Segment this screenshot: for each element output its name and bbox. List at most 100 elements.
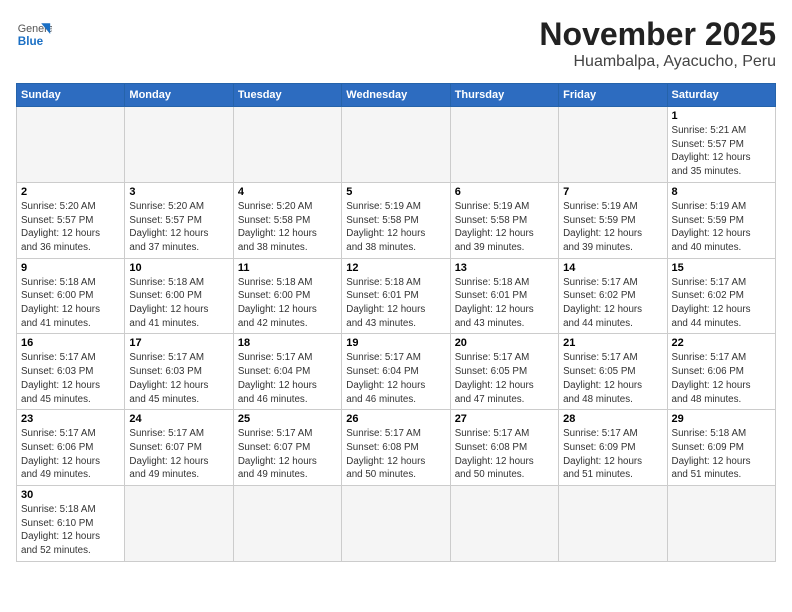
title-block: November 2025 Huambalpa, Ayacucho, Peru (539, 16, 776, 71)
weekday-header-tuesday: Tuesday (233, 84, 341, 107)
calendar-cell: 20 Sunrise: 5:17 AM Sunset: 6:05 PM Dayli… (450, 334, 558, 410)
day-number: 16 (21, 337, 120, 349)
day-info: Sunrise: 5:17 AM Sunset: 6:08 PM Dayligh… (455, 427, 554, 482)
page-title: November 2025 (539, 16, 776, 53)
day-number: 27 (455, 413, 554, 425)
calendar-cell (233, 107, 341, 183)
calendar-cell: 18Sunrise: 5:17 AM Sunset: 6:04 PM Dayli… (233, 334, 341, 410)
calendar-cell: 13Sunrise: 5:18 AM Sunset: 6:01 PM Dayli… (450, 258, 558, 334)
day-number: 26 (346, 413, 445, 425)
weekday-header-monday: Monday (125, 84, 233, 107)
calendar-cell: 15 Sunrise: 5:17 AM Sunset: 6:02 PM Dayli… (667, 258, 775, 334)
calendar-week-row: 9 Sunrise: 5:18 AM Sunset: 6:00 PM Daylig… (17, 258, 776, 334)
day-info: Sunrise: 5:18 AM Sunset: 6:09 PM Dayligh… (672, 427, 771, 482)
calendar-cell: 24Sunrise: 5:17 AM Sunset: 6:07 PM Dayli… (125, 410, 233, 486)
calendar-cell: 23 Sunrise: 5:17 AM Sunset: 6:06 PM Dayli… (17, 410, 125, 486)
day-info: Sunrise: 5:17 AM Sunset: 6:03 PM Dayligh… (129, 351, 228, 406)
day-info: Sunrise: 5:17 AM Sunset: 6:05 PM Dayligh… (563, 351, 662, 406)
calendar-cell (342, 486, 450, 562)
calendar-cell: 17 Sunrise: 5:17 AM Sunset: 6:03 PM Dayli… (125, 334, 233, 410)
day-info: Sunrise: 5:18 AM Sunset: 6:00 PM Dayligh… (21, 276, 120, 331)
day-number: 7 (563, 186, 662, 198)
day-info: Sunrise: 5:17 AM Sunset: 6:04 PM Dayligh… (346, 351, 445, 406)
day-info: Sunrise: 5:18 AM Sunset: 6:10 PM Dayligh… (21, 503, 120, 558)
day-number: 5 (346, 186, 445, 198)
calendar-cell (125, 107, 233, 183)
calendar-cell (125, 486, 233, 562)
day-number: 4 (238, 186, 337, 198)
day-info: Sunrise: 5:18 AM Sunset: 6:01 PM Dayligh… (455, 276, 554, 331)
logo: General Blue (16, 16, 52, 52)
calendar-header-row: SundayMondayTuesdayWednesdayThursdayFrid… (17, 84, 776, 107)
calendar-cell: 7Sunrise: 5:19 AM Sunset: 5:59 PM Daylig… (559, 182, 667, 258)
day-number: 21 (563, 337, 662, 349)
calendar-cell: 5 Sunrise: 5:19 AM Sunset: 5:58 PM Daylig… (342, 182, 450, 258)
day-number: 28 (563, 413, 662, 425)
day-number: 23 (21, 413, 120, 425)
header: General Blue November 2025 Huambalpa, Ay… (16, 16, 776, 71)
calendar-cell (559, 107, 667, 183)
calendar-cell: 30Sunrise: 5:18 AM Sunset: 6:10 PM Dayli… (17, 486, 125, 562)
calendar-cell: 1Sunrise: 5:21 AM Sunset: 5:57 PM Daylig… (667, 107, 775, 183)
day-number: 11 (238, 262, 337, 274)
day-info: Sunrise: 5:20 AM Sunset: 5:58 PM Dayligh… (238, 200, 337, 255)
day-info: Sunrise: 5:17 AM Sunset: 6:06 PM Dayligh… (672, 351, 771, 406)
calendar-cell (233, 486, 341, 562)
calendar-cell (667, 486, 775, 562)
logo-icon: General Blue (16, 16, 52, 52)
page-subtitle: Huambalpa, Ayacucho, Peru (539, 53, 776, 71)
calendar-cell: 28 Sunrise: 5:17 AM Sunset: 6:09 PM Dayli… (559, 410, 667, 486)
calendar-cell: 19 Sunrise: 5:17 AM Sunset: 6:04 PM Dayli… (342, 334, 450, 410)
day-info: Sunrise: 5:17 AM Sunset: 6:06 PM Dayligh… (21, 427, 120, 482)
day-number: 17 (129, 337, 228, 349)
calendar-cell: 26 Sunrise: 5:17 AM Sunset: 6:08 PM Dayli… (342, 410, 450, 486)
calendar-cell: 27 Sunrise: 5:17 AM Sunset: 6:08 PM Dayli… (450, 410, 558, 486)
day-info: Sunrise: 5:19 AM Sunset: 5:59 PM Dayligh… (672, 200, 771, 255)
calendar-week-row: 23 Sunrise: 5:17 AM Sunset: 6:06 PM Dayli… (17, 410, 776, 486)
day-info: Sunrise: 5:17 AM Sunset: 6:05 PM Dayligh… (455, 351, 554, 406)
calendar-cell: 22Sunrise: 5:17 AM Sunset: 6:06 PM Dayli… (667, 334, 775, 410)
day-number: 9 (21, 262, 120, 274)
calendar-cell: 25Sunrise: 5:17 AM Sunset: 6:07 PM Dayli… (233, 410, 341, 486)
day-number: 24 (129, 413, 228, 425)
calendar-cell (17, 107, 125, 183)
day-info: Sunrise: 5:17 AM Sunset: 6:09 PM Dayligh… (563, 427, 662, 482)
calendar-cell: 10Sunrise: 5:18 AM Sunset: 6:00 PM Dayli… (125, 258, 233, 334)
calendar-cell (342, 107, 450, 183)
calendar-cell (450, 486, 558, 562)
weekday-header-thursday: Thursday (450, 84, 558, 107)
calendar-cell: 21 Sunrise: 5:17 AM Sunset: 6:05 PM Dayli… (559, 334, 667, 410)
day-number: 1 (672, 110, 771, 122)
day-number: 8 (672, 186, 771, 198)
weekday-header-wednesday: Wednesday (342, 84, 450, 107)
day-info: Sunrise: 5:17 AM Sunset: 6:02 PM Dayligh… (563, 276, 662, 331)
day-info: Sunrise: 5:17 AM Sunset: 6:07 PM Dayligh… (238, 427, 337, 482)
calendar-cell: 4 Sunrise: 5:20 AM Sunset: 5:58 PM Daylig… (233, 182, 341, 258)
day-number: 18 (238, 337, 337, 349)
day-number: 19 (346, 337, 445, 349)
day-info: Sunrise: 5:17 AM Sunset: 6:02 PM Dayligh… (672, 276, 771, 331)
day-number: 6 (455, 186, 554, 198)
day-number: 14 (563, 262, 662, 274)
day-number: 3 (129, 186, 228, 198)
day-info: Sunrise: 5:18 AM Sunset: 6:01 PM Dayligh… (346, 276, 445, 331)
calendar-cell: 14 Sunrise: 5:17 AM Sunset: 6:02 PM Dayli… (559, 258, 667, 334)
day-info: Sunrise: 5:20 AM Sunset: 5:57 PM Dayligh… (21, 200, 120, 255)
day-info: Sunrise: 5:20 AM Sunset: 5:57 PM Dayligh… (129, 200, 228, 255)
calendar-week-row: 16 Sunrise: 5:17 AM Sunset: 6:03 PM Dayli… (17, 334, 776, 410)
day-number: 15 (672, 262, 771, 274)
day-info: Sunrise: 5:19 AM Sunset: 5:58 PM Dayligh… (455, 200, 554, 255)
day-number: 2 (21, 186, 120, 198)
calendar-week-row: 2 Sunrise: 5:20 AM Sunset: 5:57 PM Daylig… (17, 182, 776, 258)
day-info: Sunrise: 5:17 AM Sunset: 6:08 PM Dayligh… (346, 427, 445, 482)
day-info: Sunrise: 5:19 AM Sunset: 5:58 PM Dayligh… (346, 200, 445, 255)
calendar-cell: 11 Sunrise: 5:18 AM Sunset: 6:00 PM Dayli… (233, 258, 341, 334)
calendar-cell: 2 Sunrise: 5:20 AM Sunset: 5:57 PM Daylig… (17, 182, 125, 258)
calendar-cell: 6 Sunrise: 5:19 AM Sunset: 5:58 PM Daylig… (450, 182, 558, 258)
calendar-cell (559, 486, 667, 562)
calendar-cell: 8 Sunrise: 5:19 AM Sunset: 5:59 PM Daylig… (667, 182, 775, 258)
day-info: Sunrise: 5:18 AM Sunset: 6:00 PM Dayligh… (238, 276, 337, 331)
calendar-cell: 29Sunrise: 5:18 AM Sunset: 6:09 PM Dayli… (667, 410, 775, 486)
calendar-cell (450, 107, 558, 183)
day-number: 20 (455, 337, 554, 349)
